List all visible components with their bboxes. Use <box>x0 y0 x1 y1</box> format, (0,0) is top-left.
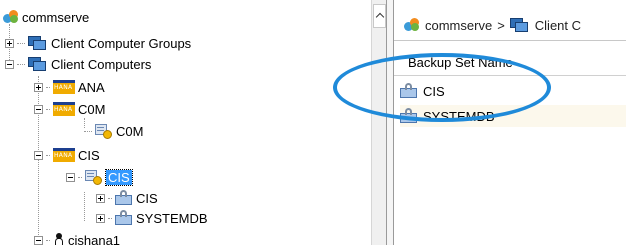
tree-node-c0m[interactable]: C0M <box>34 100 105 118</box>
hana-icon <box>53 102 75 116</box>
hana-icon <box>53 148 75 162</box>
scroll-up-button[interactable] <box>373 4 386 28</box>
backup-set-icon <box>115 210 133 226</box>
collapse-toggle[interactable] <box>34 104 43 114</box>
breadcrumb-root[interactable]: commserve <box>425 18 492 33</box>
computer-group-icon <box>28 35 48 51</box>
backup-set-icon <box>115 190 133 206</box>
tree-node-label: cishana1 <box>68 232 121 245</box>
linux-icon <box>53 232 65 245</box>
tree-scrollbar[interactable] <box>371 0 386 245</box>
tree-node-label: C0M <box>78 101 106 117</box>
computers-icon <box>509 17 530 33</box>
breadcrumb-separator: > <box>497 17 505 33</box>
highlight-annotation-oval <box>333 53 551 122</box>
collapse-toggle[interactable] <box>34 235 43 245</box>
instance-icon <box>95 123 113 139</box>
tree-node-cis-instance[interactable]: CIS <box>66 168 133 186</box>
backup-set-pane: commserve > Client C Backup Set Name CIS… <box>394 0 626 245</box>
breadcrumb: commserve > Client C <box>394 10 626 41</box>
expand-toggle[interactable] <box>5 38 14 48</box>
expand-toggle[interactable] <box>96 193 105 203</box>
tree-node-client-computers[interactable]: Client Computers <box>5 55 151 73</box>
hana-icon <box>53 80 75 94</box>
expand-toggle[interactable] <box>96 213 105 223</box>
tree-node-cis[interactable]: CIS <box>34 146 100 164</box>
tree-node-label: Client Computer Groups <box>51 35 192 51</box>
commserve-icon <box>404 18 420 32</box>
pane-splitter[interactable] <box>386 0 394 245</box>
collapse-toggle[interactable] <box>66 172 75 182</box>
expand-toggle[interactable] <box>34 82 43 92</box>
tree-node-backupset-systemdb[interactable]: SYSTEMDB <box>96 209 208 227</box>
collapse-toggle[interactable] <box>34 150 43 160</box>
collapse-toggle[interactable] <box>5 59 14 69</box>
computers-icon <box>28 56 48 72</box>
instance-icon <box>85 169 103 185</box>
tree-node-ana[interactable]: ANA <box>34 78 105 96</box>
tree-node-label: CIS <box>78 147 100 163</box>
tree-node-label: CIS <box>136 190 158 206</box>
tree-node-label: Client Computers <box>51 56 152 72</box>
tree-node-label: commserve <box>22 9 90 25</box>
tree-node-client-computer-groups[interactable]: Client Computer Groups <box>5 34 191 52</box>
breadcrumb-current[interactable]: Client C <box>535 18 581 33</box>
tree-node-label: SYSTEMDB <box>136 210 208 226</box>
tree-node-backupset-cis[interactable]: CIS <box>96 189 158 207</box>
tree-node-c0m-instance[interactable]: C0M <box>84 122 143 140</box>
commserve-icon <box>3 10 19 24</box>
client-tree-pane[interactable]: commserve Client Computer Groups Client … <box>0 0 386 245</box>
tree-node-cishana1[interactable]: cishana1 <box>34 231 120 245</box>
tree-node-label: ANA <box>78 79 105 95</box>
tree-node-commserve[interactable]: commserve <box>3 8 89 26</box>
tree-node-label: C0M <box>116 123 144 139</box>
tree-node-label-selected: CIS <box>105 168 133 186</box>
